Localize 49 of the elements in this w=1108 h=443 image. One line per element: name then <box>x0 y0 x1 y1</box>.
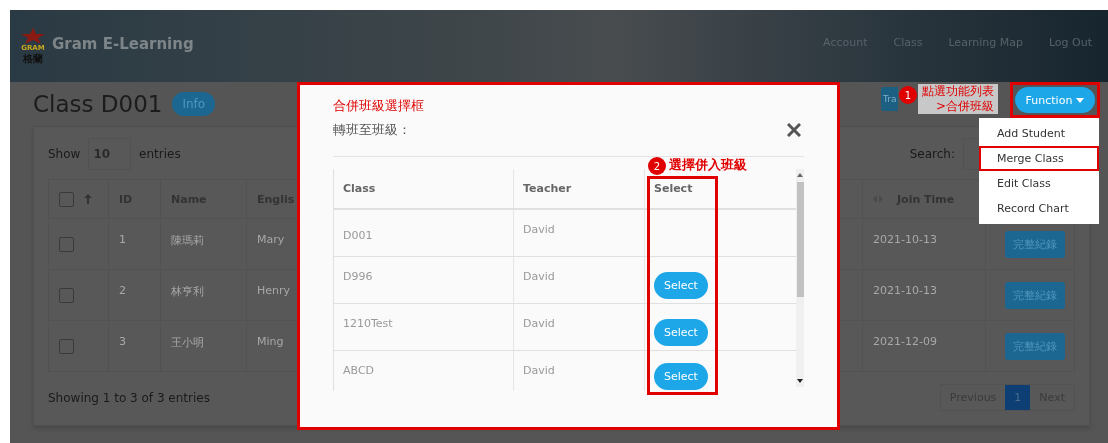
close-icon[interactable] <box>787 123 801 137</box>
select-button[interactable]: Select <box>654 271 708 299</box>
scrollbar[interactable] <box>796 169 804 387</box>
annotation-text: >合併班級 <box>935 99 994 114</box>
annotation-text: 選擇併入班級 <box>669 156 747 174</box>
menu-item[interactable]: Edit Class <box>979 171 1099 196</box>
transfer-button[interactable]: Tra <box>881 87 898 111</box>
page-button[interactable]: 1 <box>1005 385 1031 410</box>
column-header: Class <box>334 169 514 208</box>
checkbox[interactable] <box>59 191 74 207</box>
select-button[interactable]: Select <box>654 362 708 390</box>
table-info: Showing 1 to 3 of 3 entries <box>48 390 210 405</box>
length-label: Show <box>48 147 81 161</box>
table-cell: 2021-10-13 <box>873 284 937 297</box>
select-button[interactable]: Select <box>654 318 708 346</box>
table-cell: 2021-12-09 <box>873 335 937 348</box>
menu-item[interactable]: Add Student <box>979 121 1099 146</box>
table-cell: 陳瑪莉 <box>161 219 247 269</box>
search-label: Search: <box>909 147 955 161</box>
table-cell: David <box>523 364 555 377</box>
menu-item[interactable]: Record Chart <box>979 196 1099 221</box>
checkbox[interactable] <box>59 236 74 252</box>
dialog-subtitle: 轉班至班級： <box>333 121 412 139</box>
table-cell: 2 <box>109 270 161 320</box>
dialog-title: 合併班級選擇框 <box>333 97 424 115</box>
table-cell: 1 <box>109 219 161 269</box>
page-title: Class D001 <box>33 91 163 117</box>
table-cell: David <box>523 223 555 236</box>
brand-name[interactable]: Gram E-Learning <box>52 35 194 53</box>
table-cell: David <box>523 270 555 283</box>
length-label: entries <box>139 147 181 161</box>
caret-icon <box>1076 97 1085 103</box>
table-cell: 王小明 <box>161 321 247 371</box>
table-cell: 林亨利 <box>161 270 247 320</box>
checkbox[interactable] <box>59 287 74 303</box>
nav-link[interactable]: Log Out <box>1048 35 1092 49</box>
function-button[interactable]: Function <box>1015 87 1095 113</box>
scroll-down-icon[interactable] <box>796 378 804 384</box>
column-header: Select <box>653 181 694 197</box>
checkbox[interactable] <box>59 338 74 354</box>
annotation-text: 點選功能列表 <box>922 84 994 99</box>
sort-icon[interactable] <box>84 194 92 204</box>
table-cell: 3 <box>109 321 161 371</box>
table-cell: David <box>523 317 555 330</box>
column-header: Teacher <box>514 169 645 208</box>
star-icon <box>21 27 45 44</box>
table-cell: 2021-10-13 <box>873 233 937 246</box>
scroll-up-icon[interactable] <box>796 172 804 178</box>
menu-item[interactable]: Merge Class <box>979 146 1099 171</box>
